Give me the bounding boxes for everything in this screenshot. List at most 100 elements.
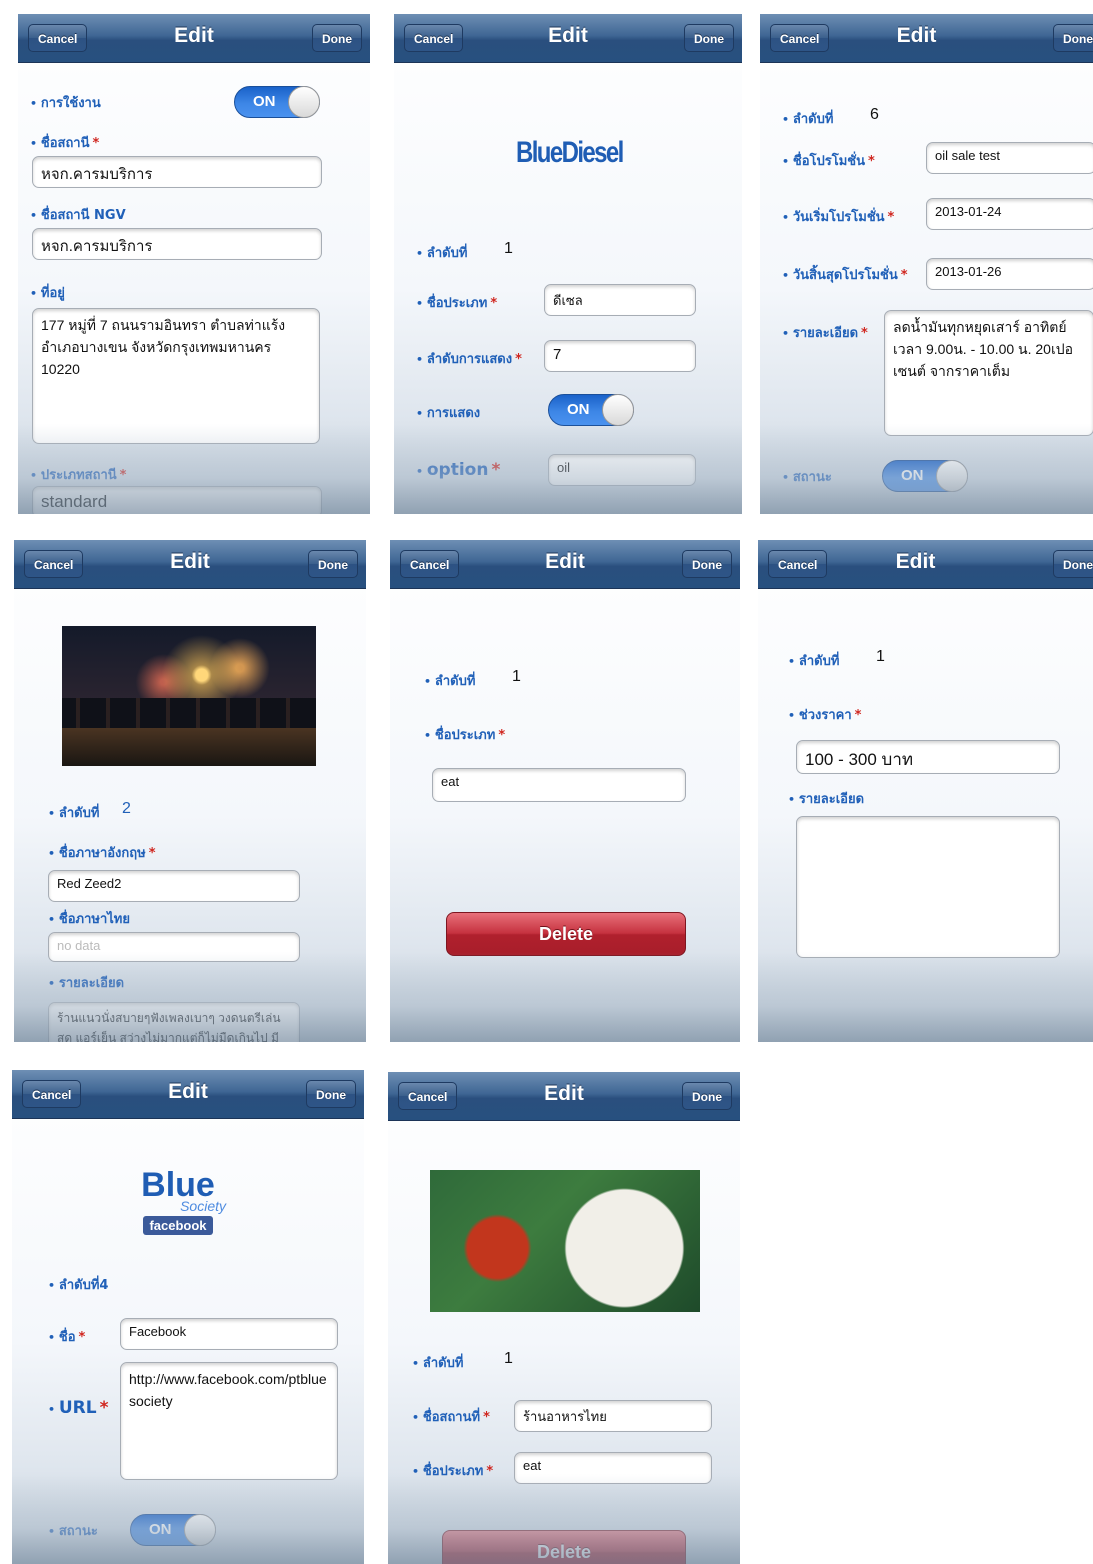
status-label: สถานะ <box>782 466 832 487</box>
detail-field[interactable]: ร้านแนวนั่งสบายๆฟังเพลงเบาๆ วงดนตรีเล่นส… <box>48 1002 300 1042</box>
name-field[interactable]: Facebook <box>120 1318 338 1350</box>
option-field[interactable]: oil <box>548 454 696 486</box>
order-label: ลำดับที่ <box>782 108 834 129</box>
order-value: 1 <box>504 1350 513 1367</box>
nav-title: Edit <box>896 24 937 47</box>
status-toggle[interactable]: ON <box>130 1514 216 1546</box>
toggle-on-text: ON <box>567 401 590 418</box>
ngv-name-field[interactable]: หจก.คารมบริการ <box>32 228 322 260</box>
type-name-label: ชื่อประเภท* <box>424 724 505 745</box>
toggle-knob <box>184 1514 216 1546</box>
done-button[interactable]: Done <box>1053 550 1093 578</box>
navbar: Cancel Edit Done <box>390 540 740 589</box>
order-label: ลำดับที่ <box>788 650 840 671</box>
place-name-field[interactable]: ร้านอาหารไทย <box>514 1400 712 1432</box>
required-asterisk: * <box>515 352 522 367</box>
edit-screen-place: Cancel Edit Done ลำดับที่ 1 ชื่อสถานที่*… <box>388 1072 740 1564</box>
required-asterisk: * <box>490 296 498 311</box>
edit-screen-station: Cancel Edit Done การใช้งาน ON ชื่อสถานี*… <box>18 14 370 514</box>
edit-screen-category: Cancel Edit Done ลำดับที่ 1 ชื่อประเภท* … <box>390 540 740 1042</box>
detail-field[interactable]: ลดน้ำมันทุกหยุดเสาร์ อาทิตย์ เวลา 9.00น.… <box>884 310 1093 436</box>
display-order-field[interactable]: 7 <box>544 340 696 372</box>
place-name-label: ชื่อสถานที่* <box>412 1406 490 1427</box>
navbar: Cancel Edit Done <box>12 1070 364 1119</box>
navbar: Cancel Edit Done <box>14 540 366 589</box>
done-button[interactable]: Done <box>312 24 362 52</box>
done-button[interactable]: Done <box>306 1080 356 1108</box>
city-skyline <box>62 698 316 728</box>
promo-start-label: วันเริ่มโปรโมชั่น* <box>782 206 894 227</box>
food-photo[interactable] <box>430 1170 700 1312</box>
order-value: 1 <box>512 668 521 685</box>
done-button[interactable]: Done <box>682 1082 732 1110</box>
thai-name-placeholder: no data <box>57 938 101 953</box>
delete-button[interactable]: Delete <box>446 912 686 956</box>
order-label: ลำดับที่ <box>48 802 100 823</box>
toggle-knob <box>288 86 320 118</box>
usage-label: การใช้งาน <box>30 92 101 113</box>
order-value: 2 <box>122 800 131 817</box>
edit-screen-promotion: Cancel Edit Done ลำดับที่ 6 ชื่อโปรโมชั่… <box>760 14 1093 514</box>
url-label: URL* <box>48 1398 109 1418</box>
station-name-field[interactable]: หจก.คารมบริการ <box>32 156 322 188</box>
promo-end-field[interactable]: 2013-01-26 <box>926 258 1093 290</box>
required-asterisk: * <box>491 460 501 480</box>
toggle-on-text: ON <box>149 1521 172 1538</box>
detail-label: รายละเอียด* <box>782 322 868 343</box>
order-label: ลำดับที่ <box>416 242 468 263</box>
detail-field[interactable] <box>796 816 1060 958</box>
thai-name-field[interactable]: no data <box>48 932 300 962</box>
delete-button[interactable]: Delete <box>442 1530 686 1564</box>
promo-start-field[interactable]: 2013-01-24 <box>926 198 1093 230</box>
order-label: ลำดับที่ <box>424 670 476 691</box>
detail-label: รายละเอียด <box>48 972 124 993</box>
toggle-on-text: ON <box>901 467 924 484</box>
required-asterisk: * <box>861 326 868 341</box>
required-asterisk: * <box>887 210 895 225</box>
price-range-label: ช่วงราคา* <box>788 704 862 725</box>
venue-photo[interactable] <box>62 626 316 766</box>
usage-toggle[interactable]: ON <box>234 86 320 118</box>
url-field[interactable]: http://www.facebook.com/ptbluesociety <box>120 1362 338 1480</box>
edit-screen-social: Cancel Edit Done Blue Society facebook ล… <box>12 1070 364 1564</box>
english-name-label: ชื่อภาษาอังกฤษ* <box>48 842 156 863</box>
required-asterisk: * <box>483 1410 490 1425</box>
done-button[interactable]: Done <box>308 550 358 578</box>
option-label: option* <box>416 460 500 480</box>
bluediesel-logo: BlueDiesel <box>516 136 624 169</box>
order-value: 1 <box>876 648 885 665</box>
edit-screen-venue: Cancel Edit Done ลำดับที่ 2 ชื่อภาษาอังก… <box>14 540 366 1042</box>
english-name-field[interactable]: Red Zeed2 <box>48 870 300 902</box>
done-button[interactable]: Done <box>1053 24 1093 52</box>
status-label: สถานะ <box>48 1520 98 1541</box>
required-asterisk: * <box>498 728 506 743</box>
done-button[interactable]: Done <box>682 550 732 578</box>
name-label: ชื่อ* <box>48 1326 85 1347</box>
status-toggle[interactable]: ON <box>882 460 968 492</box>
address-label: ที่อยู่ <box>30 282 65 303</box>
toggle-knob <box>936 460 968 492</box>
type-name-label: ชื่อประเภท* <box>416 292 497 313</box>
navbar: Cancel Edit Done <box>394 14 742 63</box>
address-field[interactable]: 177 หมู่ที่ 7 ถนนรามอินทรา ตำบลท่าแร้ง อ… <box>32 308 320 444</box>
promo-name-field[interactable]: oil sale test <box>926 142 1093 174</box>
navbar: Cancel Edit Done <box>18 14 370 63</box>
river <box>62 728 316 766</box>
done-button[interactable]: Done <box>684 24 734 52</box>
order-label: ลำดับที่4 <box>48 1274 109 1295</box>
type-name-field[interactable]: eat <box>514 1452 712 1484</box>
order-label: ลำดับที่ <box>412 1352 464 1373</box>
navbar: Cancel Edit Done <box>760 14 1093 63</box>
blue-society-logo: Blue Society facebook <box>130 1168 226 1235</box>
type-name-field[interactable]: eat <box>432 768 686 802</box>
order-value: 1 <box>504 240 513 257</box>
navbar: Cancel Edit Done <box>388 1072 740 1121</box>
required-asterisk: * <box>486 1464 494 1479</box>
station-type-field[interactable]: standard <box>32 486 322 514</box>
edit-screen-fuel-type: Cancel Edit Done BlueDiesel ลำดับที่ 1 ช… <box>394 14 742 514</box>
type-name-field[interactable]: ดีเซล <box>544 284 696 316</box>
display-toggle[interactable]: ON <box>548 394 634 426</box>
thai-name-label: ชื่อภาษาไทย <box>48 908 130 929</box>
required-asterisk: * <box>78 1330 86 1345</box>
price-range-field[interactable]: 100 - 300 บาท <box>796 740 1060 774</box>
